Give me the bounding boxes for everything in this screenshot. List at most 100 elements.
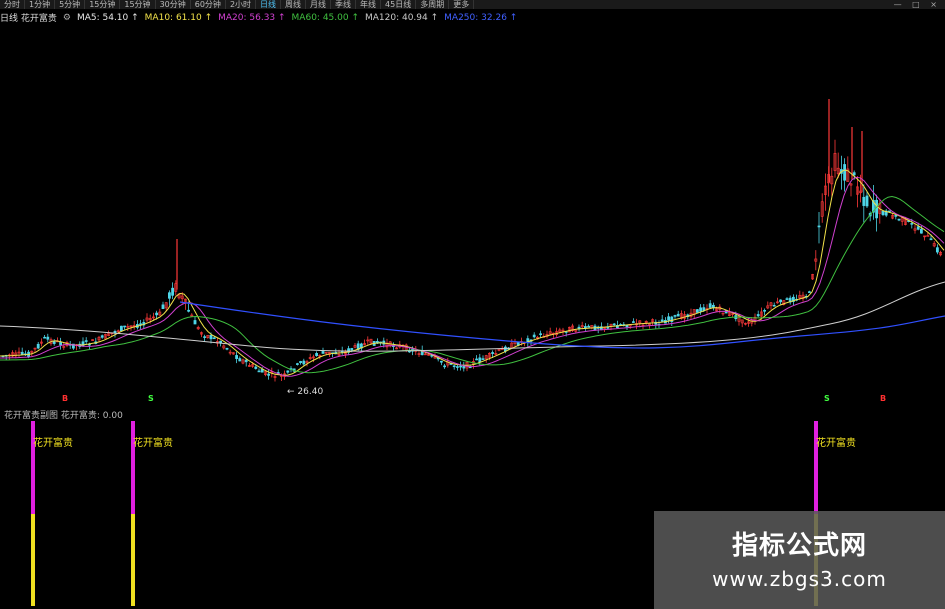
candle (817, 212, 821, 244)
candle (81, 337, 85, 347)
trade-marker: B (62, 394, 68, 403)
period-toolbar: 分时 1分钟 5分钟 15分钟 15分钟 30分钟 60分钟 2小时 日线 周线 月线 季线 年线 45日… (0, 0, 945, 9)
tab-12[interactable]: 年线 (356, 0, 382, 9)
signal-bar-bottom (131, 514, 135, 606)
candle (59, 337, 63, 350)
candle (631, 318, 635, 323)
candle (721, 312, 725, 316)
candle (814, 250, 818, 271)
candle (763, 308, 767, 316)
candle (875, 194, 879, 232)
candle (62, 342, 66, 350)
candle (363, 339, 367, 346)
candle (644, 320, 648, 325)
candle (84, 337, 88, 345)
indicator-title: 花开富贵副图 花开富贵: 0.00 (4, 411, 123, 421)
candle (190, 313, 194, 317)
candle (785, 297, 789, 300)
signal-bar-top (31, 421, 35, 514)
watermark-title: 指标公式网 (731, 531, 867, 561)
tab-2[interactable]: 5分钟 (55, 0, 86, 9)
candle (769, 301, 773, 310)
tab-8[interactable]: 日线 (256, 0, 282, 9)
tab-7[interactable]: 2小时 (226, 0, 257, 9)
tab-13[interactable]: 45日线 (381, 0, 417, 9)
tab-11[interactable]: 季线 (331, 0, 357, 9)
candle (545, 330, 549, 339)
candle (772, 302, 776, 307)
candle (756, 310, 760, 318)
signal-bar-top (814, 421, 818, 514)
tab-6[interactable]: 60分钟 (191, 0, 226, 9)
candle (510, 339, 514, 349)
candle (401, 343, 405, 351)
tab-4[interactable]: 15分钟 (120, 0, 156, 9)
moving-averages (0, 169, 945, 377)
candle (695, 309, 699, 313)
candle (145, 313, 149, 323)
candle (385, 338, 389, 351)
tab-3[interactable]: 15分钟 (85, 0, 121, 9)
window-controls[interactable]: — □ × (894, 0, 941, 9)
candle (587, 324, 591, 328)
candle (17, 347, 21, 358)
ma-legend-bar: 日线 花开富贵 ⚙ MA5: 54.10 ↑ MA10: 61.10 ↑ MA20:… (0, 11, 945, 25)
candle (36, 341, 40, 350)
tab-9[interactable]: 周线 (281, 0, 307, 9)
tab-1[interactable]: 1分钟 (25, 0, 56, 9)
price-kline-chart[interactable]: ← 26.40 B S S B (0, 24, 945, 404)
settings-icon[interactable]: ⚙ (63, 13, 71, 23)
candle (660, 315, 664, 322)
candle (123, 325, 127, 330)
candle (222, 344, 226, 350)
candle (8, 353, 11, 360)
ma250-line (179, 301, 945, 349)
candle (107, 330, 111, 337)
candle (216, 337, 219, 347)
candle (136, 320, 139, 330)
candle (583, 323, 587, 331)
candle (241, 358, 245, 365)
candle (20, 347, 24, 356)
tab-15[interactable]: 更多 (449, 0, 475, 9)
candle (913, 224, 917, 234)
candle (663, 317, 667, 324)
candle (935, 244, 939, 255)
candle (775, 297, 779, 304)
candle (699, 304, 703, 315)
candle (196, 325, 200, 330)
candle (823, 173, 827, 211)
candle (788, 295, 792, 305)
signal-bar-top (131, 421, 135, 514)
candle (897, 218, 901, 222)
signal-bar: 花开富贵 (31, 421, 73, 606)
candle (753, 313, 757, 325)
tab-14[interactable]: 多周期 (416, 0, 450, 9)
signal-bar: 花开富贵 (131, 421, 173, 606)
candle (369, 338, 373, 344)
tab-5[interactable]: 30分钟 (156, 0, 191, 9)
candle (651, 318, 655, 326)
candle (500, 345, 504, 351)
watermark-logo: 指标公式网 www.zbgs3.com (654, 511, 945, 609)
candle (807, 290, 811, 293)
watermark-url: www.zbgs3.com (712, 567, 887, 591)
candle (923, 235, 927, 241)
tab-0[interactable]: 分时 (0, 0, 25, 9)
candle (481, 355, 485, 360)
candle (248, 362, 251, 367)
candle (708, 300, 712, 309)
candle (203, 334, 207, 342)
tab-10[interactable]: 月线 (306, 0, 332, 9)
candle (46, 333, 50, 343)
candle (779, 299, 783, 305)
candle (462, 361, 466, 372)
candle (855, 176, 859, 208)
ma-items: MA5: 54.10 ↑ MA10: 61.10 ↑ MA20: 56.33 ↑ MA… (77, 13, 523, 23)
signal-label: 花开富贵 (33, 436, 73, 449)
signal-label: 花开富贵 (133, 436, 173, 449)
candle (225, 347, 229, 351)
candle (577, 324, 581, 332)
candle (830, 167, 834, 197)
candle (900, 217, 904, 226)
